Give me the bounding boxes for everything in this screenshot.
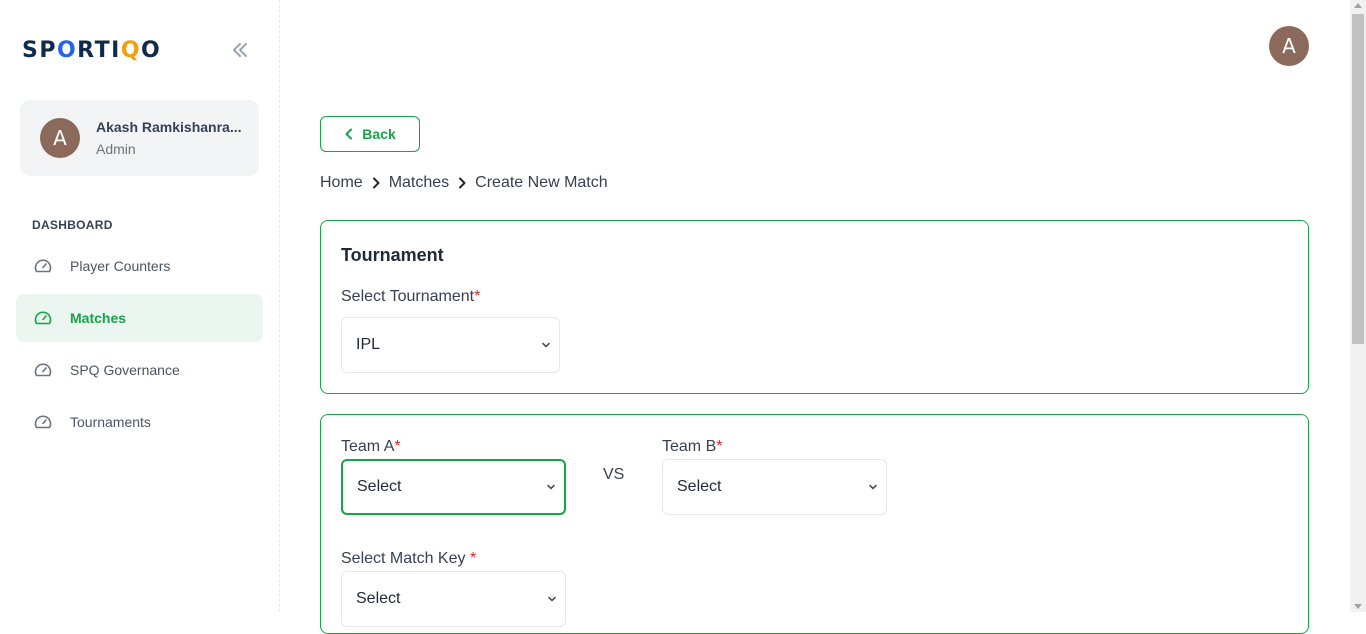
tournament-card: Tournament Select Tournament* IPL: [320, 220, 1309, 394]
back-button-label: Back: [362, 126, 396, 142]
user-role: Admin: [96, 141, 136, 157]
tournament-select-value: IPL: [356, 336, 381, 353]
team-b-label: Team B*: [662, 438, 723, 455]
select-tournament-label: Select Tournament*: [341, 288, 481, 305]
team-a-select[interactable]: Select: [341, 459, 566, 515]
chevron-left-icon: [345, 128, 353, 140]
dashboard-section-label: DASHBOARD: [32, 218, 113, 232]
user-avatar: A: [40, 118, 80, 158]
tournament-card-title: Tournament: [341, 245, 444, 265]
back-button[interactable]: Back: [320, 116, 420, 152]
gauge-icon: [32, 411, 54, 433]
gauge-icon: [32, 359, 54, 381]
sidebar-item-label: SPQ Governance: [70, 362, 180, 378]
breadcrumb-home[interactable]: Home: [320, 174, 363, 192]
sidebar: SPORTIQO A Akash Ramkishanra... Admin DA…: [0, 0, 280, 612]
breadcrumb-matches[interactable]: Matches: [389, 174, 449, 192]
match-key-label: Select Match Key *: [341, 550, 477, 567]
sidebar-item-tournaments[interactable]: Tournaments: [16, 398, 263, 446]
sidebar-item-player-counters[interactable]: Player Counters: [16, 242, 263, 290]
vs-text: VS: [603, 466, 625, 483]
breadcrumb-current: Create New Match: [475, 174, 608, 191]
gauge-icon: [32, 255, 54, 277]
sidebar-item-matches[interactable]: Matches: [16, 294, 263, 342]
team-b-select-value: Select: [677, 478, 722, 495]
team-b-select[interactable]: Select: [662, 459, 887, 515]
sidebar-item-label: Tournaments: [70, 414, 151, 430]
gauge-icon: [32, 307, 54, 329]
collapse-sidebar-icon[interactable]: [228, 38, 250, 62]
sportiqo-logo[interactable]: SPORTIQO: [22, 38, 161, 63]
chevron-down-icon: [542, 342, 550, 348]
sidebar-item-spq-governance[interactable]: SPQ Governance: [16, 346, 263, 394]
team-a-label: Team A*: [341, 438, 401, 455]
scroll-down-arrow-icon[interactable]: [1354, 604, 1362, 609]
chevron-down-icon: [548, 596, 556, 602]
tournament-select[interactable]: IPL: [341, 317, 560, 373]
sidebar-item-label: Player Counters: [70, 258, 171, 274]
page-scrollbar[interactable]: [1350, 0, 1366, 612]
chevron-right-icon: [371, 177, 381, 189]
match-teams-card: Team A* Select VS Team B* Select Select …: [320, 414, 1309, 634]
match-key-select[interactable]: Select: [341, 571, 566, 627]
header-user-avatar[interactable]: A: [1269, 26, 1309, 66]
user-name: Akash Ramkishanra...: [96, 119, 242, 135]
breadcrumb: Home Matches Create New Match: [320, 174, 608, 192]
user-profile-card[interactable]: A Akash Ramkishanra... Admin: [20, 100, 259, 176]
chevron-down-icon: [547, 484, 555, 490]
scroll-up-arrow-icon[interactable]: [1354, 3, 1362, 8]
match-key-select-value: Select: [356, 590, 401, 607]
scrollbar-thumb[interactable]: [1352, 14, 1364, 344]
sidebar-item-label: Matches: [70, 310, 127, 326]
team-a-select-value: Select: [357, 478, 402, 495]
chevron-right-icon: [457, 177, 467, 189]
chevron-down-icon: [869, 484, 877, 490]
